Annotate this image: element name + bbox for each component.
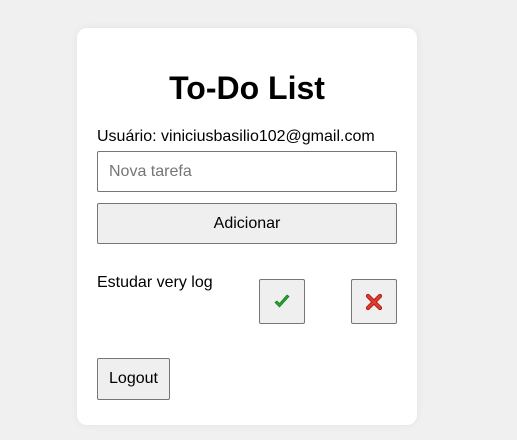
delete-x-icon [365,293,383,310]
todo-card: To-Do List Usuário: viniciusbasilio102@g… [77,28,417,425]
task-text: Estudar very log [97,274,213,291]
logout-button[interactable]: Logout [97,358,170,400]
delete-task-button[interactable] [351,279,397,324]
user-email-label: Usuário: viniciusbasilio102@gmail.com [97,128,375,145]
check-icon [274,294,290,307]
new-task-input[interactable] [97,151,397,192]
complete-task-button[interactable] [259,279,305,324]
add-task-button[interactable]: Adicionar [97,203,397,244]
page-title: To-Do List [169,70,325,106]
